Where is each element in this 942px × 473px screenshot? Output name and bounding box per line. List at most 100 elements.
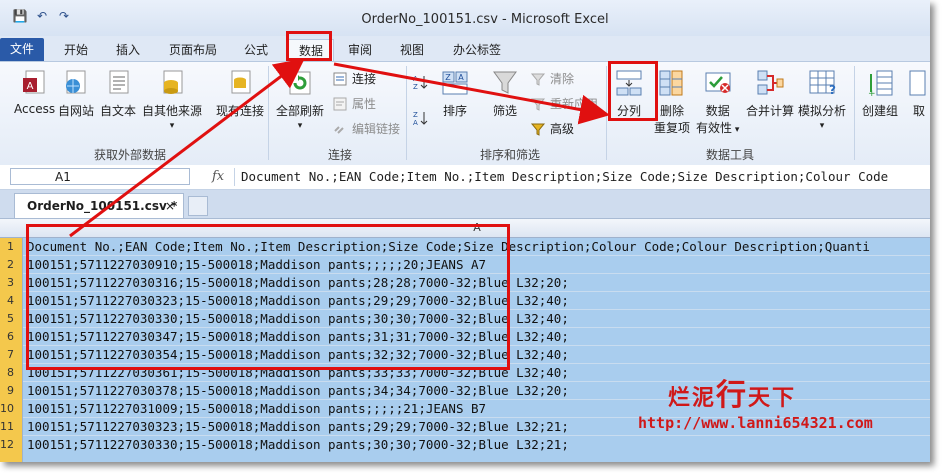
watermark-part-3: 天下 bbox=[748, 385, 797, 411]
ribbon: A Access 自网站 自文本 自其他来源 ▾ 现有连接 获取外部数据 全部刷… bbox=[0, 61, 930, 166]
table-row[interactable]: 100151;5711227031009;15-500018;Maddison … bbox=[27, 400, 486, 418]
consolidate-icon bbox=[757, 70, 784, 95]
edit-links-button[interactable]: 编辑链接 bbox=[332, 120, 400, 137]
document-tab[interactable]: OrderNo_100151.csv * × bbox=[14, 193, 184, 218]
group-separator bbox=[854, 66, 855, 160]
dropdown-arrow-icon: ▾ bbox=[732, 125, 740, 135]
dropdown-arrow-icon: ▾ bbox=[297, 121, 303, 131]
excel-window: 💾 ↶ ↷ OrderNo_100151.csv - Microsoft Exc… bbox=[0, 0, 930, 462]
row-header[interactable]: 5 bbox=[0, 310, 14, 328]
web-icon bbox=[66, 70, 86, 94]
svg-text:Z: Z bbox=[413, 83, 418, 90]
row-header[interactable]: 7 bbox=[0, 346, 14, 364]
existing-connections-label: 现有连接 bbox=[216, 104, 265, 118]
from-text-label: 自文本 bbox=[100, 104, 137, 118]
tab-page-layout[interactable]: 页面布局 bbox=[160, 39, 226, 61]
tab-formulas[interactable]: 公式 bbox=[236, 39, 276, 61]
highlight-data-tab bbox=[286, 31, 332, 61]
tab-view[interactable]: 视图 bbox=[392, 39, 432, 61]
data-validation-label-2: 有效性 bbox=[696, 121, 733, 135]
connections-label: 连接 bbox=[352, 72, 377, 86]
group-rows-icon: + bbox=[868, 70, 893, 98]
ungroup-button[interactable]: 取 bbox=[904, 68, 930, 119]
from-other-sources-button[interactable]: 自其他来源 ▾ bbox=[142, 68, 202, 131]
group-button[interactable]: + 创建组 bbox=[862, 68, 898, 119]
sort-button[interactable]: ZA 排序 bbox=[440, 68, 470, 119]
advanced-button[interactable]: 高级 bbox=[530, 120, 574, 137]
watermark-part-1: 烂泥 bbox=[668, 385, 717, 411]
row-header[interactable]: 6 bbox=[0, 328, 14, 346]
properties-button[interactable]: 属性 bbox=[332, 95, 376, 112]
remove-duplicates-label-1: 删除 bbox=[660, 104, 685, 118]
sort-label: 排序 bbox=[442, 104, 467, 118]
row-header[interactable]: 1 bbox=[0, 238, 14, 256]
highlight-data-rows bbox=[26, 224, 510, 370]
row-header[interactable]: 12 bbox=[0, 436, 14, 454]
svg-text:A: A bbox=[413, 75, 418, 83]
consolidate-label: 合并计算 bbox=[746, 104, 795, 118]
reapply-label: 重新应用 bbox=[550, 97, 599, 111]
filter-button[interactable]: 筛选 bbox=[490, 68, 520, 119]
row-header[interactable]: 2 bbox=[0, 256, 14, 274]
table-row[interactable]: 100151;5711227030323;15-500018;Maddison … bbox=[27, 418, 569, 436]
close-icon[interactable]: × bbox=[165, 194, 175, 219]
access-label: Access bbox=[14, 102, 56, 116]
svg-text:A: A bbox=[26, 81, 33, 92]
properties-icon bbox=[333, 97, 347, 110]
tab-file[interactable]: 文件 bbox=[0, 38, 44, 61]
document-tab-bar: OrderNo_100151.csv * × bbox=[0, 190, 930, 219]
reapply-button[interactable]: 重新应用 bbox=[530, 95, 598, 112]
from-web-button[interactable]: 自网站 bbox=[58, 68, 94, 119]
row-header[interactable]: 10 bbox=[0, 400, 14, 418]
tab-review[interactable]: 审阅 bbox=[340, 39, 380, 61]
advanced-label: 高级 bbox=[550, 122, 575, 136]
row-header[interactable]: 3 bbox=[0, 274, 14, 292]
watermark-title: 烂泥行天下 bbox=[668, 370, 796, 414]
ungroup-icon bbox=[909, 70, 926, 96]
dropdown-arrow-icon: ▾ bbox=[169, 121, 175, 131]
formula-input[interactable]: Document No.;EAN Code;Item No.;Item Desc… bbox=[234, 168, 930, 186]
svg-text:A: A bbox=[458, 73, 464, 82]
sort-az-icon: AZ bbox=[413, 75, 428, 90]
edit-links-label: 编辑链接 bbox=[352, 122, 401, 136]
existing-connections-button[interactable]: 现有连接 bbox=[216, 68, 264, 119]
refresh-all-button[interactable]: 全部刷新 ▾ bbox=[276, 68, 324, 131]
text-file-icon bbox=[109, 70, 129, 94]
database-icon bbox=[163, 70, 183, 94]
what-if-icon: ? bbox=[809, 70, 836, 97]
from-text-button[interactable]: 自文本 bbox=[100, 68, 136, 119]
clear-button[interactable]: 清除 bbox=[530, 70, 574, 87]
link-icon bbox=[334, 125, 344, 134]
ungroup-label: 取 bbox=[912, 104, 925, 118]
ribbon-tabs: 文件 开始 插入 页面布局 公式 数据 审阅 视图 办公标签 bbox=[0, 36, 930, 62]
sort-ascending-button[interactable]: AZ bbox=[412, 74, 428, 90]
data-validation-button[interactable]: 数据 有效性 ▾ bbox=[696, 68, 739, 136]
tab-insert[interactable]: 插入 bbox=[108, 39, 148, 61]
insert-function-icon[interactable]: fx bbox=[212, 169, 224, 184]
tab-home[interactable]: 开始 bbox=[56, 39, 96, 61]
remove-duplicates-button[interactable]: 删除 重复项 bbox=[654, 68, 690, 136]
data-validation-label-1: 数据 bbox=[705, 104, 730, 118]
group-label: 创建组 bbox=[862, 104, 899, 118]
row-header[interactable]: 11 bbox=[0, 418, 14, 436]
row-header[interactable]: 8 bbox=[0, 364, 14, 382]
connections-button[interactable]: 连接 bbox=[332, 70, 376, 87]
row-header[interactable]: 4 bbox=[0, 292, 14, 310]
access-button[interactable]: A Access bbox=[14, 68, 55, 116]
row-header[interactable]: 9 bbox=[0, 382, 14, 400]
formula-bar: A1 fx Document No.;EAN Code;Item No.;Ite… bbox=[0, 165, 930, 190]
connections-icon bbox=[333, 72, 347, 85]
group-label-sort-filter: 排序和筛选 bbox=[479, 148, 540, 162]
refresh-all-label: 全部刷新 bbox=[276, 104, 325, 118]
name-box[interactable]: A1 bbox=[10, 168, 190, 185]
what-if-analysis-button[interactable]: ? 模拟分析 ▾ bbox=[798, 68, 846, 131]
consolidate-button[interactable]: 合并计算 bbox=[746, 68, 794, 119]
group-separator bbox=[406, 66, 407, 160]
tab-office-tab[interactable]: 办公标签 bbox=[446, 39, 508, 61]
sort-icon: ZA bbox=[442, 71, 468, 95]
group-label-get-external: 获取外部数据 bbox=[93, 148, 166, 162]
sort-descending-button[interactable]: ZA bbox=[412, 110, 428, 126]
table-row[interactable]: 100151;5711227030378;15-500018;Maddison … bbox=[27, 382, 569, 400]
new-tab-button[interactable] bbox=[188, 196, 208, 216]
table-row[interactable]: 100151;5711227030330;15-500018;Maddison … bbox=[27, 436, 569, 454]
